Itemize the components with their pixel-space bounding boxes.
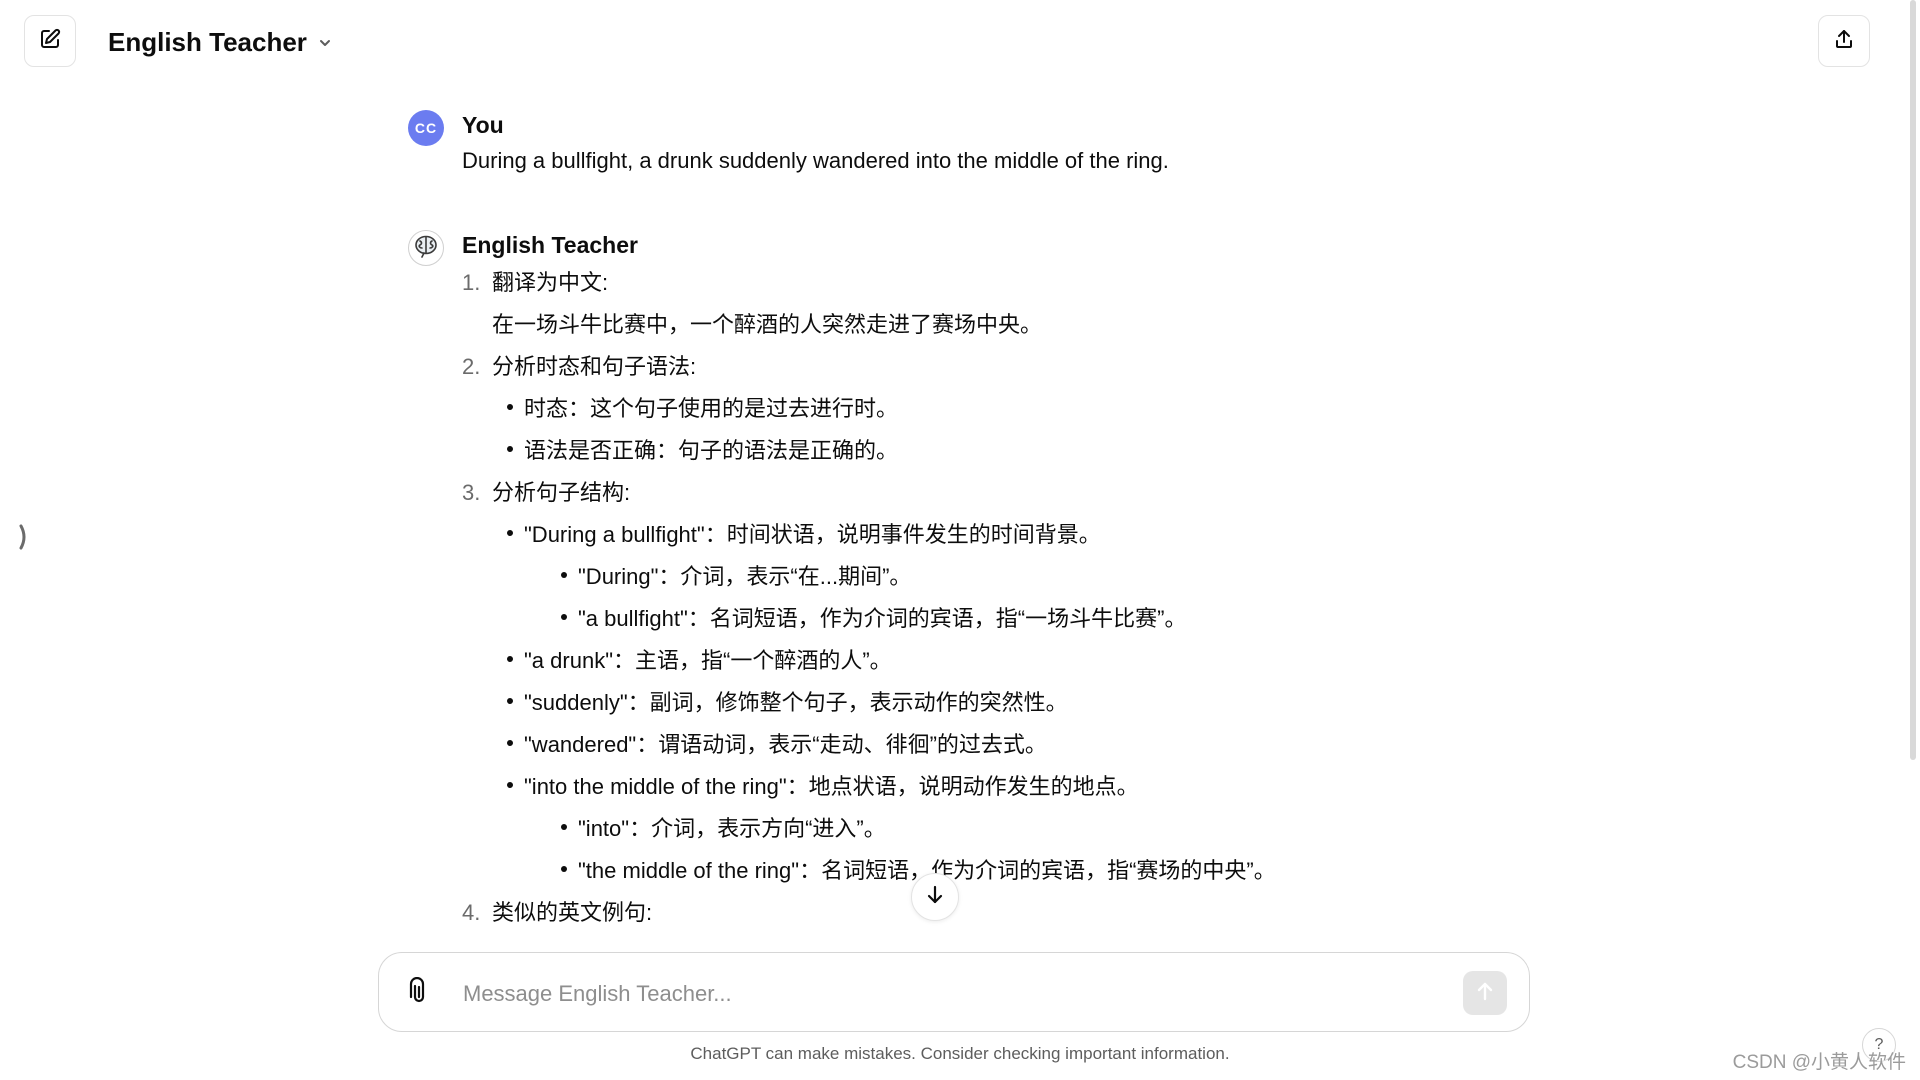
- list-item: 2. 分析时态和句子语法:: [462, 346, 1528, 388]
- scroll-to-bottom-button[interactable]: [911, 873, 959, 921]
- bullet-item: "suddenly"：副词，修饰整个句子，表示动作的突然性。: [492, 682, 1528, 724]
- list-item: 1. 翻译为中文:: [462, 262, 1528, 304]
- arrow-up-icon: [1474, 980, 1496, 1007]
- sub-bullet-item: "During"：介词，表示“在...期间”。: [492, 556, 1528, 598]
- list-item: 3. 分析句子结构:: [462, 472, 1528, 514]
- sub-bullet-item: "the middle of the ring"：名词短语，作为介词的宾语，指“…: [492, 850, 1528, 892]
- list-item-label: 分析时态和句子语法:: [492, 354, 697, 379]
- bullet-item: "wandered"：谓语动词，表示“走动、徘徊”的过去式。: [492, 724, 1528, 766]
- sidebar-toggle[interactable]: [16, 522, 32, 556]
- author-name: English Teacher: [462, 232, 638, 258]
- model-selector[interactable]: English Teacher: [108, 24, 333, 60]
- list-number: 1.: [462, 270, 481, 295]
- list-item-label: 分析句子结构:: [492, 480, 631, 505]
- attach-button[interactable]: [399, 973, 439, 1013]
- scrollbar[interactable]: [1908, 0, 1920, 1080]
- list-item-label: 类似的英文例句:: [492, 900, 653, 925]
- model-title: English Teacher: [108, 26, 307, 57]
- chevron-right-icon: [18, 522, 30, 557]
- bullet-item: 时态：这个句子使用的是过去进行时。: [492, 388, 1528, 430]
- list-item: 4. 类似的英文例句:: [462, 892, 1528, 934]
- message-composer: [378, 952, 1530, 1032]
- message-input[interactable]: [461, 971, 1365, 1017]
- share-button[interactable]: [1818, 15, 1870, 67]
- paperclip-icon: [406, 976, 432, 1010]
- user-message-text: During a bullfight, a drunk suddenly wan…: [462, 148, 1169, 173]
- chevron-down-icon: [317, 27, 333, 58]
- answer-body: 1. 翻译为中文: 在一场斗牛比赛中，一个醉酒的人突然走进了赛场中央。 2. 分…: [462, 262, 1528, 934]
- translation-text: 在一场斗牛比赛中，一个醉酒的人突然走进了赛场中央。: [492, 312, 1043, 337]
- disclaimer: ChatGPT can make mistakes. Consider chec…: [690, 1044, 1230, 1063]
- bullet-item: "into the middle of the ring"：地点状语，说明动作发…: [492, 766, 1528, 808]
- conversation: CC You During a bullfight, a drunk sudde…: [408, 108, 1528, 934]
- scrollbar-thumb[interactable]: [1910, 0, 1916, 760]
- send-button[interactable]: [1463, 971, 1507, 1015]
- assistant-message: English Teacher 1. 翻译为中文: 在一场斗牛比赛中，一个醉酒的…: [408, 230, 1528, 934]
- arrow-down-icon: [924, 884, 946, 911]
- watermark: CSDN @小黄人软件: [1732, 1052, 1906, 1073]
- bullet-item: 语法是否正确：句子的语法是正确的。: [492, 430, 1528, 472]
- upload-icon: [1832, 27, 1856, 56]
- brain-icon: [412, 232, 440, 265]
- author-name: You: [462, 112, 504, 138]
- bullet-item: "During a bullfight"：时间状语，说明事件发生的时间背景。: [492, 514, 1528, 556]
- avatar: [408, 230, 444, 266]
- user-message: CC You During a bullfight, a drunk sudde…: [408, 110, 1528, 178]
- avatar: CC: [408, 110, 444, 146]
- list-item-label: 翻译为中文:: [492, 270, 609, 295]
- bullet-item: "a drunk"：主语，指“一个醉酒的人”。: [492, 640, 1528, 682]
- list-number: 2.: [462, 354, 481, 379]
- list-number: 3.: [462, 480, 481, 505]
- new-chat-button[interactable]: [24, 15, 76, 67]
- list-number: 4.: [462, 900, 481, 925]
- sub-bullet-item: "a bullfight"：名词短语，作为介词的宾语，指“一场斗牛比赛”。: [492, 598, 1528, 640]
- sub-bullet-item: "into"：介词，表示方向“进入”。: [492, 808, 1528, 850]
- pencil-square-icon: [38, 27, 62, 56]
